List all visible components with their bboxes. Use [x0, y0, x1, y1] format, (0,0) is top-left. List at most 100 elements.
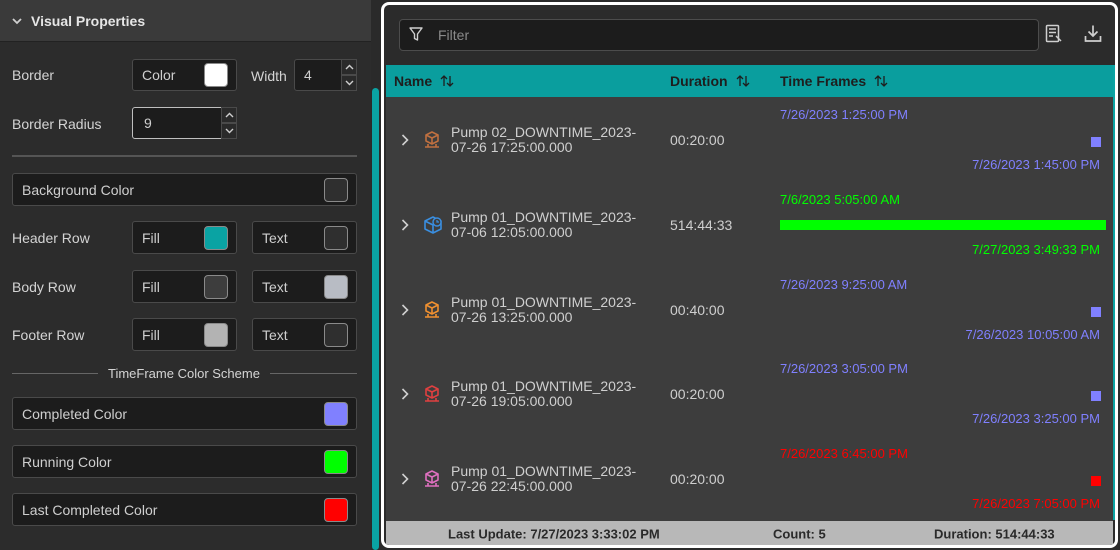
table-scrollbar[interactable]	[1113, 65, 1115, 520]
row-name: Pump 02_DOWNTIME_2023-07-26 17:25:00.000	[451, 123, 637, 155]
column-duration-label: Duration	[670, 73, 728, 89]
timeframe-bar[interactable]	[1091, 476, 1101, 486]
body-fill-swatch[interactable]	[204, 274, 228, 299]
border-width-value: 4	[304, 67, 312, 83]
footer-fill-swatch[interactable]	[204, 322, 228, 347]
running-color-picker[interactable]: Running Color	[12, 445, 357, 478]
text-label: Text	[262, 326, 288, 343]
decrement-button[interactable]	[341, 75, 357, 91]
fill-label: Fill	[142, 278, 160, 295]
filter-placeholder: Filter	[438, 27, 470, 43]
chevron-right-icon[interactable]	[401, 387, 409, 400]
completed-color-swatch[interactable]	[324, 401, 348, 426]
footer-last-update: Last Update: 7/27/2023 3:33:02 PM	[448, 526, 660, 542]
timeframe-start: 7/26/2023 1:25:00 PM	[780, 107, 908, 122]
row-duration: 00:20:00	[670, 470, 725, 487]
visual-properties-title: Visual Properties	[31, 12, 146, 29]
table-row[interactable]: Pump 01_DOWNTIME_2023-07-06 12:05:00.000…	[386, 182, 1113, 267]
decrement-button[interactable]	[221, 123, 237, 139]
footer-row-label: Footer Row	[12, 327, 85, 343]
table-row[interactable]: Pump 01_DOWNTIME_2023-07-26 19:05:00.000…	[386, 351, 1113, 436]
fill-label: Fill	[142, 229, 160, 246]
asset-cube-icon	[424, 215, 442, 234]
column-header-duration[interactable]: Duration	[670, 73, 750, 89]
text-label: Text	[262, 229, 288, 246]
text-label: Text	[262, 278, 288, 295]
header-text-picker[interactable]: Text	[252, 221, 357, 254]
header-fill-picker[interactable]: Fill	[132, 221, 237, 254]
header-fill-swatch[interactable]	[204, 225, 228, 250]
timeframe-start: 7/26/2023 3:05:00 PM	[780, 361, 908, 376]
asset-cube-icon	[425, 300, 439, 318]
asset-cube-icon	[425, 469, 439, 487]
chevron-up-icon	[225, 112, 233, 118]
divider	[12, 373, 98, 374]
timeframe-bar[interactable]	[1091, 137, 1101, 147]
row-name: Pump 01_DOWNTIME_2023-07-26 13:25:00.000	[451, 293, 637, 325]
background-color-picker[interactable]: Background Color	[12, 173, 357, 206]
asset-cube-icon	[425, 130, 439, 148]
body-row-label: Body Row	[12, 279, 76, 295]
increment-button[interactable]	[341, 59, 357, 75]
border-radius-input[interactable]: 9	[132, 107, 237, 139]
border-color-swatch[interactable]	[204, 63, 228, 87]
visual-properties-header[interactable]: Visual Properties	[0, 0, 371, 42]
table-header: Name Duration Time Frames	[386, 65, 1113, 97]
chevron-right-icon[interactable]	[401, 133, 409, 146]
border-label: Border	[12, 67, 55, 83]
chevron-right-icon[interactable]	[401, 472, 409, 485]
border-color-picker[interactable]: Color	[132, 59, 237, 91]
timeframe-bar[interactable]	[780, 220, 1106, 230]
column-header-name[interactable]: Name	[394, 73, 454, 89]
table-row[interactable]: Pump 02_DOWNTIME_2023-07-26 17:25:00.000…	[386, 97, 1113, 182]
row-duration: 00:20:00	[670, 385, 725, 402]
timeframe-bar[interactable]	[1091, 307, 1101, 317]
header-text-swatch[interactable]	[324, 225, 348, 250]
timeframe-bar[interactable]	[1091, 391, 1101, 401]
column-settings-icon[interactable]	[1045, 24, 1063, 43]
divider	[270, 373, 357, 374]
chevron-up-icon	[345, 64, 353, 70]
asset-cube-icon	[425, 384, 439, 402]
last-completed-color-swatch[interactable]	[324, 497, 348, 522]
body-fill-picker[interactable]: Fill	[132, 270, 237, 303]
timeframe-scheme-title: TimeFrame Color Scheme	[108, 366, 260, 381]
border-radius-value: 9	[144, 115, 152, 131]
timeframe-start: 7/26/2023 9:25:00 AM	[780, 277, 908, 292]
row-name: Pump 01_DOWNTIME_2023-07-26 19:05:00.000	[451, 377, 637, 409]
running-color-swatch[interactable]	[324, 449, 348, 474]
footer-text-swatch[interactable]	[324, 322, 348, 347]
last-completed-color-picker[interactable]: Last Completed Color	[12, 493, 357, 526]
timeframe-end: 7/26/2023 1:45:00 PM	[972, 157, 1100, 172]
header-row-label: Header Row	[12, 230, 90, 246]
last-completed-color-label: Last Completed Color	[22, 501, 158, 518]
filter-input[interactable]: Filter	[399, 19, 1039, 51]
row-duration: 514:44:33	[670, 216, 733, 233]
sort-icon	[440, 75, 454, 87]
download-icon[interactable]	[1084, 24, 1102, 43]
column-name-label: Name	[394, 73, 433, 89]
data-table: Name Duration Time Frames Pump 02_DOWNTI…	[386, 65, 1113, 545]
timeframe-end: 7/27/2023 3:49:33 PM	[972, 242, 1100, 257]
body-text-swatch[interactable]	[324, 274, 348, 299]
chevron-right-icon[interactable]	[401, 218, 409, 231]
table-row[interactable]: Pump 01_DOWNTIME_2023-07-26 13:25:00.000…	[386, 267, 1113, 352]
body-text-picker[interactable]: Text	[252, 270, 357, 303]
filter-icon	[409, 27, 423, 41]
chevron-right-icon[interactable]	[401, 303, 409, 316]
increment-button[interactable]	[221, 107, 237, 123]
border-width-input[interactable]: 4	[294, 59, 357, 91]
left-scrollbar-thumb[interactable]	[372, 88, 379, 550]
visual-properties-panel: Visual Properties Border Color Width 4 B…	[0, 0, 371, 550]
row-duration: 00:40:00	[670, 301, 725, 318]
completed-color-picker[interactable]: Completed Color	[12, 397, 357, 430]
footer-duration: Duration: 514:44:33	[934, 526, 1055, 542]
footer-fill-picker[interactable]: Fill	[132, 318, 237, 351]
table-body: Pump 02_DOWNTIME_2023-07-26 17:25:00.000…	[386, 97, 1113, 521]
background-color-swatch[interactable]	[324, 177, 348, 202]
border-color-label: Color	[142, 67, 176, 83]
table-row[interactable]: Pump 01_DOWNTIME_2023-07-26 22:45:00.000…	[386, 436, 1113, 521]
footer-text-picker[interactable]: Text	[252, 318, 357, 351]
divider	[12, 155, 357, 157]
column-header-time-frames[interactable]: Time Frames	[780, 73, 888, 89]
